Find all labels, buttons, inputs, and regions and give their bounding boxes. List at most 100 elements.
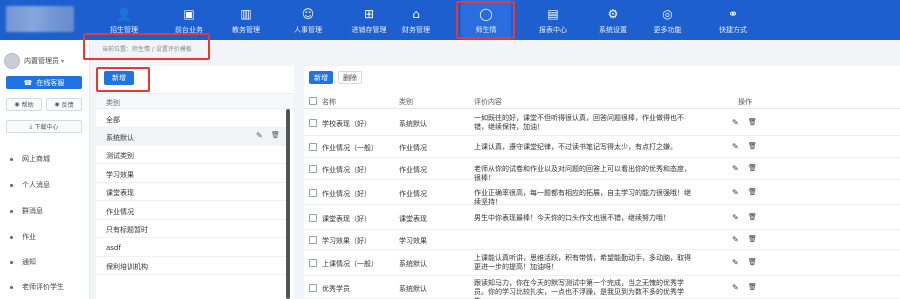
row-checkbox[interactable] (309, 165, 317, 173)
bullet-icon (10, 285, 13, 289)
trash-icon[interactable]: 🗑 (748, 118, 757, 126)
row-category: 作业情况 (399, 166, 427, 174)
edit-icon[interactable]: ✎ (732, 235, 739, 244)
row-checkbox[interactable] (309, 214, 317, 222)
sidebar-item-homework[interactable]: 作业 (0, 230, 90, 244)
add-template-button[interactable]: 新增 (309, 71, 333, 84)
row-checkbox[interactable] (309, 143, 317, 151)
download-center-label: 下载中心 (34, 124, 59, 131)
table-row[interactable]: 优秀学员 系统默认 跟读知马力，你在今天的默写测试中第一个完成，当之无愧的优秀学员。… (304, 276, 900, 299)
online-support-button[interactable]: ☎ 在线客服 (6, 76, 82, 89)
edit-icon[interactable]: ✎ (256, 131, 263, 140)
user-menu[interactable]: 内置管理员 ▾ (4, 53, 64, 69)
row-checkbox[interactable] (309, 119, 317, 127)
sidebar-item-notices[interactable]: 通知 (0, 255, 90, 269)
link-icon: ⚭ (727, 7, 739, 21)
table-row[interactable]: 上课情况（一般） 系统默认 上课能认真听讲，思维活跃，积有带情，希望能勤动手，多动脑… (304, 250, 900, 276)
row-name: 作业情况（好） (322, 166, 371, 174)
row-category: 作业情况 (399, 144, 427, 152)
row-name: 优秀学员 (322, 285, 350, 293)
trash-icon[interactable]: 🗑 (271, 131, 280, 139)
home-icon: ⌂ (412, 7, 420, 21)
category-label: asdf (106, 244, 121, 252)
row-checkbox[interactable] (309, 259, 317, 267)
table-row[interactable]: 课堂表现（好） 课堂表现 男生中你表现最棒！今天你的口头作文也很不错，继续努力哦！ ✎… (304, 205, 900, 230)
edit-icon[interactable]: ✎ (732, 258, 739, 267)
chevron-down-icon: ▾ (61, 57, 65, 65)
edit-icon[interactable]: ✎ (732, 283, 739, 292)
avatar (4, 53, 20, 69)
category-item[interactable]: 系统默认 ✎ 🗑 (96, 128, 286, 146)
category-item[interactable]: asdf (96, 239, 286, 257)
feedback-button[interactable]: ◉ 反馈 (46, 98, 82, 111)
nav-item[interactable]: ⊞ 进销存管理 (339, 0, 399, 40)
table-header: 名称 类别 评价内容 操作 (304, 93, 900, 109)
row-checkbox[interactable] (309, 284, 317, 292)
trash-icon[interactable]: 🗑 (748, 283, 757, 291)
trash-icon[interactable]: 🗑 (748, 142, 757, 150)
select-all-checkbox[interactable] (309, 97, 317, 105)
column-content: 评价内容 (474, 98, 502, 106)
help-icon: ◉ (14, 101, 20, 108)
sidebar-item-label: 网上商城 (22, 155, 50, 163)
row-name: 学习效果（好） (322, 237, 371, 245)
trash-icon[interactable]: 🗑 (748, 213, 757, 221)
category-header-label: 类别 (106, 99, 120, 107)
template-panel: 新增 删除 名称 类别 评价内容 操作 学校表现（好） 系统默认 一如既往的好，课堂… (304, 66, 900, 299)
sidebar-item-group-messages[interactable]: 群消息 (0, 204, 90, 218)
category-item[interactable]: 测试类别 (96, 146, 286, 164)
row-name: 学校表现（好） (322, 120, 371, 128)
sidebar-item-mall[interactable]: 网上商城 (0, 152, 90, 166)
row-category: 系统默认 (399, 120, 427, 128)
edit-icon[interactable]: ✎ (732, 118, 739, 127)
feedback-label: 反馈 (61, 102, 74, 109)
category-label: 全部 (106, 116, 120, 124)
sidebar-item-personal-messages[interactable]: 个人消息 (0, 178, 90, 192)
category-item[interactable]: 保利培训机构 (96, 257, 286, 275)
trash-icon[interactable]: 🗑 (748, 164, 757, 172)
nav-item[interactable]: ◎ 更多功能 (645, 0, 690, 40)
table-row[interactable]: 作业情况（好） 作业情况 老师从你的试卷和作业以及对问题的回答上可以看出你的优秀和态… (304, 158, 900, 182)
nav-item[interactable]: ☺ 人事管理 (287, 0, 329, 40)
category-label: 课堂表现 (106, 189, 134, 197)
column-category: 类别 (399, 98, 413, 106)
edit-icon[interactable]: ✎ (732, 188, 739, 197)
edit-icon[interactable]: ✎ (732, 164, 739, 173)
help-button[interactable]: ◉ 帮助 (6, 98, 42, 111)
sidebar-item-label: 老师评价学生 (22, 283, 64, 291)
scrollbar[interactable] (286, 109, 290, 299)
category-item[interactable]: 只有标题暂时 (96, 220, 286, 238)
table-row[interactable]: 学习效果（好） 学习效果 ✎ 🗑 (304, 230, 900, 250)
row-checkbox[interactable] (309, 236, 317, 244)
highlight-box-nav (456, 1, 515, 39)
table-row[interactable]: 学校表现（好） 系统默认 一如既往的好，课堂不但听得很认真，回答问题很棒，作业做得也… (304, 110, 900, 136)
row-name: 上课情况（一般） (322, 260, 378, 268)
sidebar-item-teacher-evaluation[interactable]: 老师评价学生 (0, 280, 90, 294)
table-row[interactable]: 作业情况（一般） 作业情况 上课认真，遵守课堂纪律，不过读书笔记写得太少，有点打之嫌… (304, 136, 900, 158)
nav-item[interactable]: ▤ 报表中心 (525, 0, 581, 40)
category-item[interactable]: 学习效果 (96, 165, 286, 183)
trash-icon[interactable]: 🗑 (748, 235, 757, 243)
edit-icon[interactable]: ✎ (732, 213, 739, 222)
row-checkbox[interactable] (309, 189, 317, 197)
nav-item[interactable]: ⌂ 财务管理 (392, 0, 440, 40)
row-content: 上课能认真听讲，思维活跃，积有带情，希望能勤动手，多动脑，取得更进一步的提高！加… (474, 254, 691, 271)
trash-icon[interactable]: 🗑 (748, 258, 757, 266)
table-row[interactable]: 作业情况（好） 作业情况 作业正确率很高，每一题都有相应的拓展，自主学习的能力很强哦… (304, 180, 900, 206)
edit-icon[interactable]: ✎ (732, 142, 739, 151)
nav-item[interactable]: ▥ 教务管理 (220, 0, 272, 40)
category-item[interactable]: 课堂表现 (96, 183, 286, 201)
nav-item[interactable]: ⚙ 系统设置 (583, 0, 643, 40)
trash-icon[interactable]: 🗑 (748, 188, 757, 196)
sidebar-item-label: 群消息 (22, 207, 43, 215)
category-item[interactable]: 作业情况 (96, 202, 286, 220)
category-item[interactable]: 全部 (96, 110, 286, 128)
online-support-label: 在线客服 (36, 78, 65, 87)
download-center-button[interactable]: ⤓ 下载中心 (6, 120, 82, 133)
download-icon: ⤓ (29, 122, 33, 130)
sidebar-item-label: 通知 (22, 258, 36, 266)
delete-templates-button[interactable]: 删除 (338, 71, 362, 84)
highlight-box-breadcrumb (83, 33, 210, 60)
nav-item[interactable]: ⚭ 快捷方式 (705, 0, 761, 40)
sidebar-item-label: 个人消息 (22, 181, 50, 189)
